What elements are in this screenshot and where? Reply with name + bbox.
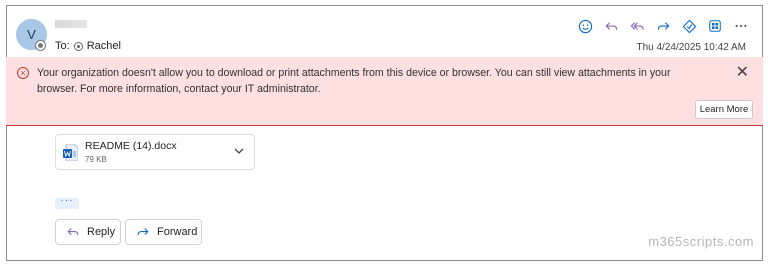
reply-label: Reply — [87, 226, 116, 238]
learn-more-button[interactable]: Learn More — [695, 100, 753, 119]
show-more-button[interactable]: ··· — [55, 196, 79, 209]
attachment-name: README (14).docx — [85, 140, 177, 152]
to-label: To: — [55, 40, 70, 52]
reply-all-icon[interactable] — [628, 17, 646, 35]
reply-button[interactable]: Reply — [55, 219, 121, 245]
close-icon[interactable]: ✕ — [736, 65, 749, 81]
reply-icon — [67, 228, 79, 236]
chevron-down-icon[interactable] — [233, 145, 245, 157]
policy-banner: × Your organization doesn't allow you to… — [6, 57, 763, 126]
forward-icon — [137, 228, 149, 236]
attachment-card[interactable]: README (14).docx 79 KB — [55, 134, 255, 170]
recipient-line: To: Rachel — [55, 40, 121, 52]
loop-icon[interactable] — [680, 17, 698, 35]
avatar-initial: V — [27, 27, 36, 42]
apps-icon[interactable] — [706, 17, 724, 35]
banner-message: Your organization doesn't allow you to d… — [37, 67, 671, 95]
smiley-icon[interactable] — [576, 17, 594, 35]
attachment-size: 79 KB — [85, 155, 107, 164]
sender-name-redacted — [55, 20, 87, 28]
forward-label: Forward — [157, 226, 198, 238]
recipient-status-icon — [73, 41, 83, 51]
more-icon[interactable] — [732, 17, 750, 35]
watermark: m365scripts.com — [648, 234, 754, 249]
message-actions — [576, 17, 750, 35]
forward-icon[interactable] — [654, 17, 672, 35]
recipient-name[interactable]: Rachel — [87, 40, 121, 52]
message-timestamp: Thu 4/24/2025 10:42 AM — [636, 42, 746, 53]
presence-icon — [35, 40, 46, 51]
error-icon: × — [17, 67, 29, 79]
forward-button[interactable]: Forward — [125, 219, 202, 245]
reply-icon[interactable] — [602, 17, 620, 35]
word-doc-icon — [63, 144, 78, 161]
